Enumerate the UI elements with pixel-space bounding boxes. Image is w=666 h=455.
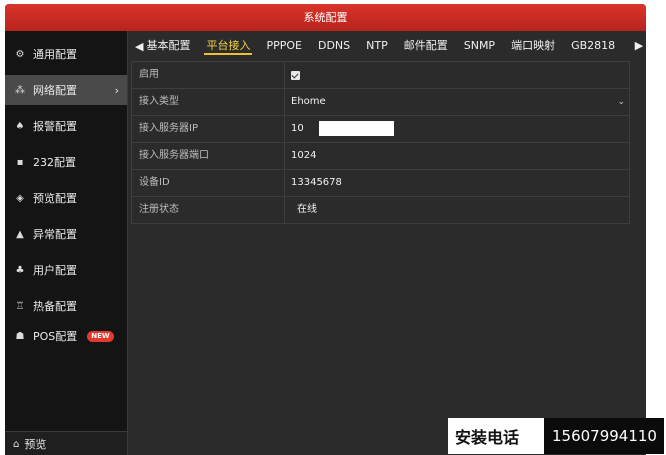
backup-icon: ♖: [15, 300, 25, 312]
tab-pppoe[interactable]: PPPOE: [258, 34, 310, 58]
tab-snmp[interactable]: SNMP: [456, 34, 503, 58]
device-id-label: 设备ID: [132, 170, 285, 196]
sidebar-item-exception[interactable]: ▲ 异常配置: [5, 219, 127, 249]
sidebar-item-alarm[interactable]: ♠ 报警配置: [5, 111, 127, 141]
chevron-right-icon: ›: [114, 83, 119, 97]
install-phone-number: 15607994110: [544, 418, 664, 454]
sidebar-item-general[interactable]: ⚙ 通用配置: [5, 39, 127, 69]
network-icon: ⁂: [15, 84, 25, 96]
sidebar-item-users[interactable]: ♣ 用户配置: [5, 255, 127, 285]
alarm-icon: ♠: [15, 120, 25, 132]
tab-email[interactable]: 邮件配置: [396, 34, 456, 58]
tab-basic[interactable]: 基本配置: [144, 34, 198, 58]
sidebar-item-label: 预览配置: [33, 192, 77, 205]
device-id-field[interactable]: 13345678: [285, 170, 629, 196]
access-type-value: Ehome: [291, 96, 326, 107]
form-row-access-type: 接入类型 Ehome ⌄: [132, 89, 629, 116]
sidebar-item-label: 用户配置: [33, 264, 77, 277]
home-icon: ⌂: [13, 438, 20, 450]
sidebar-item-label: 232配置: [33, 156, 76, 169]
server-ip-field[interactable]: 10: [285, 116, 629, 142]
register-status-label: 注册状态: [132, 197, 285, 223]
sidebar-item-label: 通用配置: [33, 48, 77, 61]
tab-bar: ◀ 基本配置 平台接入 PPPOE DDNS NTP 邮件配置 SNMP 端口映…: [127, 34, 646, 58]
install-phone-label: 安装电话: [455, 428, 520, 447]
warning-icon: ▲: [16, 228, 24, 240]
rs232-icon: ▪: [16, 156, 24, 168]
platform-access-form: 启用 接入类型 Ehome ⌄ 接入服务器IP 10 接入服务器端口 1024 …: [131, 61, 630, 224]
sidebar-item-hot-backup[interactable]: ♖ 热备配置: [5, 291, 127, 321]
tab-ddns[interactable]: DDNS: [310, 34, 358, 58]
new-badge: NEW: [87, 330, 114, 342]
sidebar-item-label: 异常配置: [33, 228, 77, 241]
form-row-register-status: 注册状态 在线: [132, 197, 629, 223]
server-ip-label: 接入服务器IP: [132, 116, 285, 142]
sidebar-item-label: 热备配置: [33, 300, 77, 313]
form-row-server-port: 接入服务器端口 1024: [132, 143, 629, 170]
tab-port-mapping[interactable]: 端口映射: [503, 34, 563, 58]
eye-icon: ◈: [16, 192, 24, 204]
window-title: 系统配置: [5, 4, 646, 31]
sidebar-item-label: 报警配置: [33, 120, 77, 133]
form-row-enable: 启用: [132, 62, 629, 89]
users-icon: ♣: [15, 264, 25, 276]
enable-label: 启用: [132, 62, 285, 88]
form-row-server-ip: 接入服务器IP 10: [132, 116, 629, 143]
access-type-label: 接入类型: [132, 89, 285, 115]
tab-scroll-right-icon[interactable]: ▶: [632, 34, 646, 58]
redaction-mask: [318, 120, 394, 136]
tab-ntp[interactable]: NTP: [358, 34, 396, 58]
preview-label: 预览: [24, 438, 47, 451]
preview-button[interactable]: ⌂ 预览: [5, 431, 127, 455]
sidebar-item-label: 网络配置: [33, 84, 77, 97]
sidebar-item-pos[interactable]: ☗ POS配置 NEW: [5, 321, 127, 351]
tab-gb28181[interactable]: GB2818: [563, 34, 623, 58]
sidebar-item-rs232[interactable]: ▪ 232配置: [5, 147, 127, 177]
server-ip-value: 10: [291, 123, 304, 134]
enable-checkbox[interactable]: [291, 71, 300, 80]
sidebar-item-preview-config[interactable]: ◈ 预览配置: [5, 183, 127, 213]
install-phone-overlay: 安装电话 15607994110: [448, 418, 664, 454]
sidebar-item-label: POS配置: [33, 330, 78, 343]
chevron-down-icon: ⌄: [617, 97, 625, 107]
pos-icon: ☗: [15, 330, 25, 342]
server-port-field[interactable]: 1024: [285, 143, 629, 169]
sidebar: ⚙ 通用配置 ⁂ 网络配置 › ♠ 报警配置 ▪ 232配置 ◈ 预览配置 ▲ …: [5, 31, 128, 455]
access-type-select[interactable]: Ehome ⌄: [285, 89, 629, 115]
gear-icon: ⚙: [15, 48, 25, 60]
form-row-device-id: 设备ID 13345678: [132, 170, 629, 197]
tab-scroll-left-icon[interactable]: ◀: [127, 40, 144, 53]
sidebar-item-network[interactable]: ⁂ 网络配置 ›: [5, 75, 127, 105]
tab-platform-access[interactable]: 平台接入: [198, 34, 258, 58]
register-status-value: 在线: [297, 204, 317, 215]
server-port-label: 接入服务器端口: [132, 143, 285, 169]
